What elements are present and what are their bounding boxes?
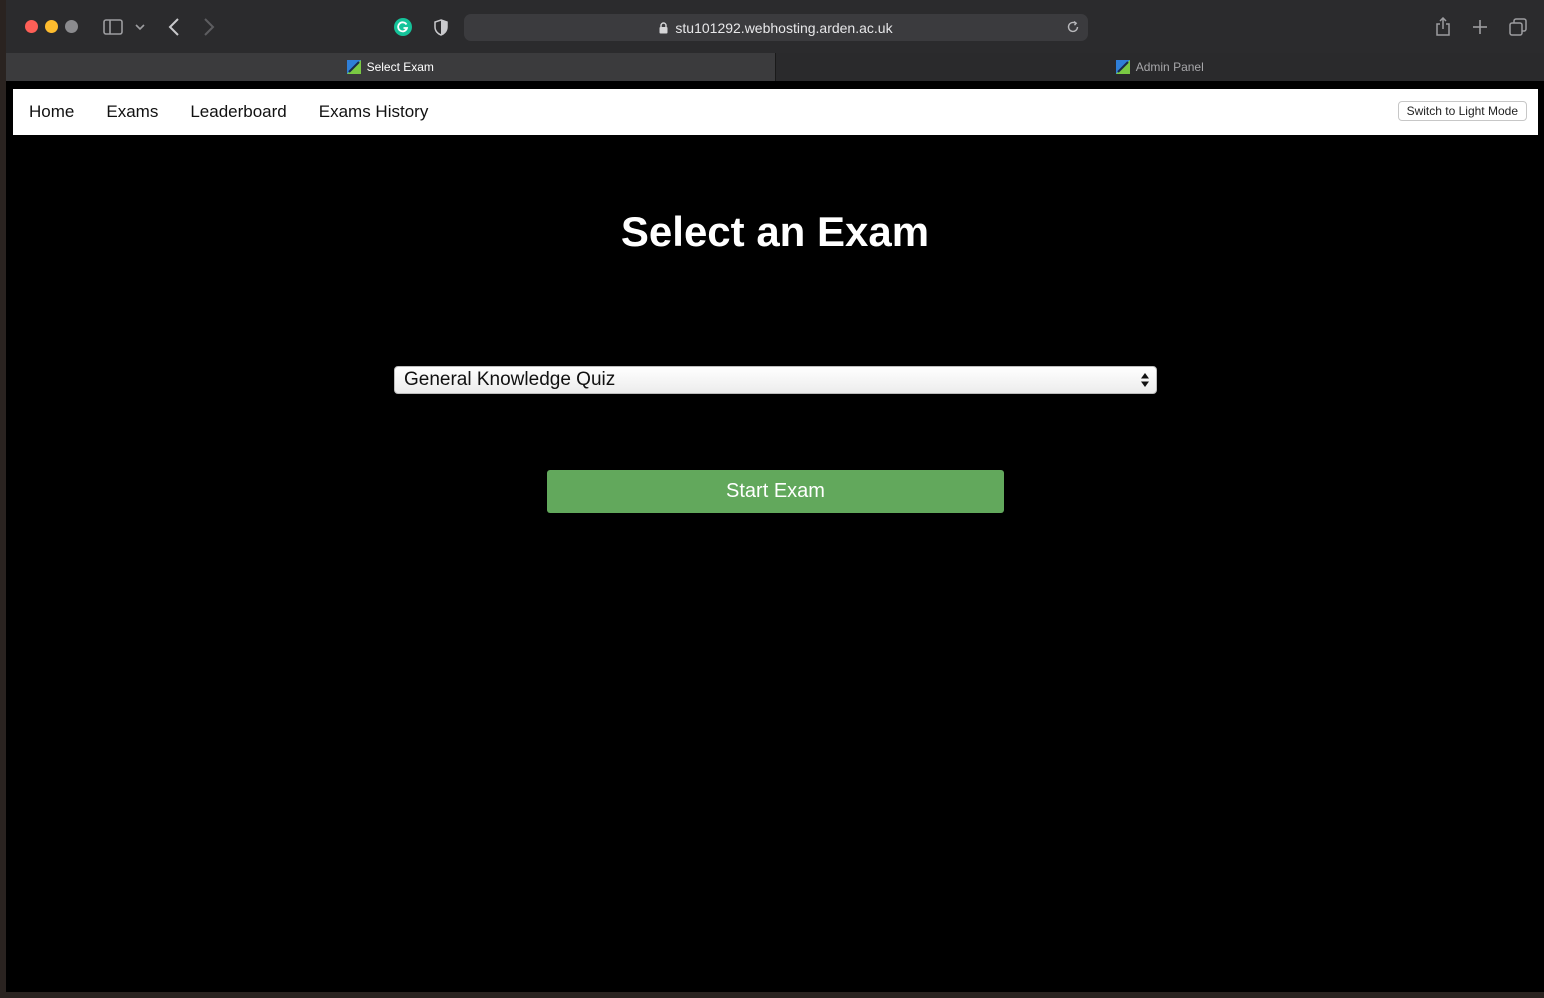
forward-icon[interactable] — [199, 14, 219, 40]
nav-link-home[interactable]: Home — [29, 102, 74, 122]
url-text: stu101292.webhosting.arden.ac.uk — [675, 19, 893, 36]
browser-toolbar: stu101292.webhosting.arden.ac.uk — [6, 0, 1544, 53]
close-window-button[interactable] — [25, 20, 38, 33]
browser-window: stu101292.webhosting.arden.ac.uk Select … — [6, 0, 1544, 992]
sidebar-icon[interactable] — [101, 14, 125, 40]
tab-label: Select Exam — [366, 60, 434, 74]
shield-icon[interactable] — [431, 14, 451, 40]
tab-bar: Select Exam Admin Panel — [6, 53, 1544, 81]
chevron-down-icon[interactable] — [133, 14, 147, 40]
tab-label: Admin Panel — [1135, 60, 1204, 74]
new-tab-icon[interactable] — [1468, 14, 1492, 40]
exam-select[interactable]: General Knowledge Quiz — [394, 366, 1157, 394]
grammarly-icon[interactable] — [393, 14, 413, 40]
tab-overview-icon[interactable] — [1506, 14, 1530, 40]
top-navbar: Home Exams Leaderboard Exams History Swi… — [13, 89, 1538, 135]
nav-link-leaderboard[interactable]: Leaderboard — [190, 102, 286, 122]
lock-icon — [659, 21, 668, 34]
nav-link-exams[interactable]: Exams — [106, 102, 158, 122]
page-content: Home Exams Leaderboard Exams History Swi… — [6, 81, 1544, 992]
share-icon[interactable] — [1431, 14, 1455, 40]
exam-select-value: General Knowledge Quiz — [404, 369, 616, 390]
back-icon[interactable] — [164, 14, 184, 40]
minimize-window-button[interactable] — [45, 20, 58, 33]
zoom-window-button[interactable] — [65, 20, 78, 33]
select-arrows-icon — [1140, 372, 1150, 388]
nav-link-exams-history[interactable]: Exams History — [319, 102, 429, 122]
start-exam-button[interactable]: Start Exam — [547, 470, 1004, 513]
reload-icon[interactable] — [1066, 20, 1080, 34]
site-favicon-icon — [346, 60, 361, 74]
tab-select-exam[interactable]: Select Exam — [6, 53, 776, 81]
theme-toggle-button[interactable]: Switch to Light Mode — [1397, 101, 1527, 121]
address-bar[interactable]: stu101292.webhosting.arden.ac.uk — [464, 14, 1088, 41]
tab-admin-panel[interactable]: Admin Panel — [775, 53, 1544, 81]
page-title: Select an Exam — [620, 208, 930, 255]
site-favicon-icon — [1115, 60, 1130, 74]
